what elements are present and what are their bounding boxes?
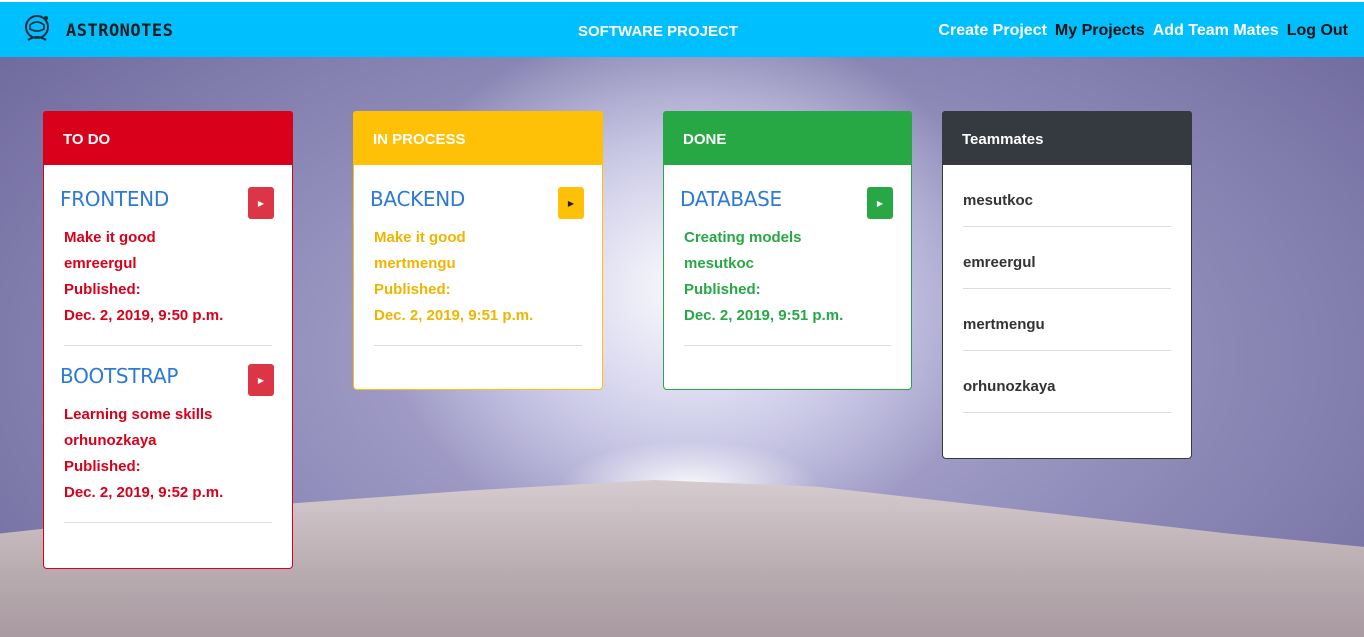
task-item: BOOTSTRAP ▶ Learning some skills orhunoz…: [60, 364, 274, 523]
task-published-label: Published:: [684, 281, 761, 298]
todo-header: TO DO: [43, 111, 293, 165]
task-date: Dec. 2, 2019, 9:51 p.m.: [374, 307, 534, 324]
task-open-button[interactable]: ▶: [248, 187, 274, 219]
task-author: mesutkoc: [684, 255, 755, 272]
task-item: FRONTEND ▶ Make it good emreergul Publis…: [60, 187, 274, 346]
task-item: DATABASE ▶ Creating models mesutkoc Publ…: [680, 187, 893, 346]
todo-card: TO DO FRONTEND ▶ Make it good emreergul …: [43, 111, 293, 569]
caret-right-icon: ▶: [876, 198, 884, 208]
task-title[interactable]: BACKEND: [370, 187, 582, 211]
my-projects-link[interactable]: My Projects: [1055, 22, 1145, 40]
brand-name: ASTRONOTES: [66, 20, 174, 41]
nav-links: Create Project My Projects Add Team Mate…: [938, 22, 1348, 40]
task-description: Learning some skills: [64, 406, 213, 423]
teammate-item: mesutkoc: [963, 165, 1171, 227]
divider: [374, 345, 582, 346]
teammate-item: emreergul: [963, 227, 1171, 289]
task-item: BACKEND ▶ Make it good mertmengu Publish…: [370, 187, 584, 346]
divider: [64, 345, 272, 346]
brand[interactable]: ASTRONOTES: [22, 12, 173, 49]
in-process-header: IN PROCESS: [353, 111, 603, 165]
task-description: Make it good: [64, 229, 156, 246]
teammate-item: mertmengu: [963, 289, 1171, 351]
done-header: DONE: [663, 111, 912, 165]
teammates-card: Teammates mesutkoc emreergul mertmengu o…: [942, 111, 1192, 459]
task-title[interactable]: FRONTEND: [60, 187, 272, 211]
task-title[interactable]: BOOTSTRAP: [60, 364, 272, 388]
task-author: emreergul: [64, 255, 137, 272]
log-out-link[interactable]: Log Out: [1287, 22, 1348, 40]
task-open-button[interactable]: ▶: [248, 364, 274, 396]
task-published-label: Published:: [374, 281, 451, 298]
task-description: Make it good: [374, 229, 466, 246]
divider: [64, 522, 272, 523]
task-date: Dec. 2, 2019, 9:50 p.m.: [64, 307, 224, 324]
done-card: DONE DATABASE ▶ Creating models mesutkoc…: [663, 111, 912, 390]
add-team-mates-link[interactable]: Add Team Mates: [1153, 22, 1279, 40]
caret-right-icon: ▶: [567, 198, 575, 208]
task-author: orhunozkaya: [64, 432, 157, 449]
teammate-item: orhunozkaya: [963, 351, 1171, 413]
task-author: mertmengu: [374, 255, 456, 272]
task-title[interactable]: DATABASE: [680, 187, 891, 211]
task-open-button[interactable]: ▶: [867, 187, 893, 219]
in-process-card: IN PROCESS BACKEND ▶ Make it good mertme…: [353, 111, 603, 390]
task-open-button[interactable]: ▶: [558, 187, 584, 219]
page-title: SOFTWARE PROJECT: [578, 23, 739, 40]
astronaut-helmet-icon: [22, 12, 52, 49]
task-published-label: Published:: [64, 458, 141, 475]
teammates-header: Teammates: [942, 111, 1192, 165]
divider: [684, 345, 891, 346]
caret-right-icon: ▶: [257, 375, 265, 385]
task-date: Dec. 2, 2019, 9:51 p.m.: [684, 307, 844, 324]
navbar: ASTRONOTES SOFTWARE PROJECT Create Proje…: [0, 0, 1364, 57]
create-project-link[interactable]: Create Project: [938, 22, 1047, 40]
task-published-label: Published:: [64, 281, 141, 298]
task-date: Dec. 2, 2019, 9:52 p.m.: [64, 484, 224, 501]
caret-right-icon: ▶: [257, 198, 265, 208]
task-description: Creating models: [684, 229, 802, 246]
